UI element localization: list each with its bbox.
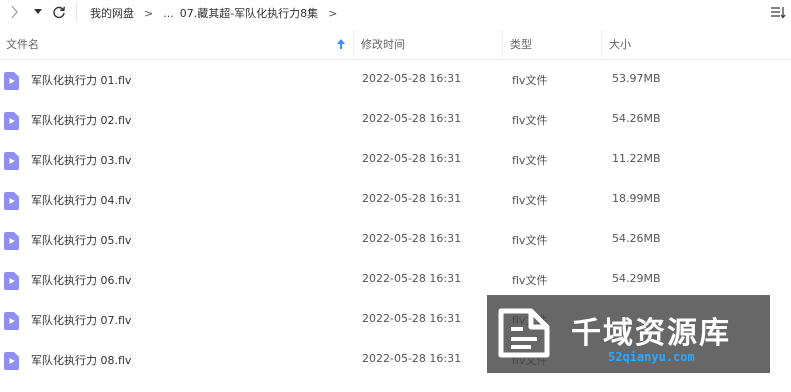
file-name: 军队化执行力 03.flv [31, 154, 132, 167]
file-name: 军队化执行力 08.flv [31, 354, 132, 367]
file-type: flv文件 [512, 154, 548, 167]
refresh-icon [53, 6, 65, 19]
file-modified: 2022-05-28 16:31 [362, 352, 462, 365]
file-name: 军队化执行力 04.flv [31, 194, 132, 207]
column-header-type-label: 类型 [510, 38, 532, 51]
column-header-type[interactable]: 类型 [504, 30, 602, 60]
file-size: 18.99MB [612, 192, 661, 205]
file-name: 军队化执行力 01.flv [31, 74, 132, 87]
column-header-modified[interactable]: 修改时间 [355, 30, 503, 60]
file-row[interactable]: 军队化执行力 06.flv 2022-05-28 16:31 flv文件 54.… [0, 260, 791, 300]
video-file-icon [4, 312, 19, 330]
back-button[interactable] [6, 4, 22, 20]
file-type: flv文件 [512, 274, 548, 287]
file-type: flv文件 [512, 234, 548, 247]
file-type: flv文件 [512, 194, 548, 207]
refresh-button[interactable] [50, 3, 68, 21]
toolbar: 我的网盘 > ... 07.藏其超-军队化执行力8集 > [0, 0, 791, 26]
file-type: flv文件 [512, 114, 548, 127]
video-file-icon [4, 112, 19, 130]
column-header-name-label: 文件名 [6, 38, 39, 51]
video-file-icon [4, 352, 19, 370]
breadcrumb-root[interactable]: 我的网盘 [90, 5, 134, 21]
file-size: 54.26MB [612, 232, 661, 245]
file-modified: 2022-05-28 16:31 [362, 72, 462, 85]
file-type: flv文件 [512, 74, 548, 87]
column-header-name[interactable]: 文件名 [0, 30, 354, 60]
breadcrumb-current[interactable]: 07.藏其超-军队化执行力8集 [180, 5, 318, 21]
file-row[interactable]: 军队化执行力 04.flv 2022-05-28 16:31 flv文件 18.… [0, 180, 791, 220]
file-name: 军队化执行力 05.flv [31, 234, 132, 247]
column-header-modified-label: 修改时间 [361, 38, 405, 51]
file-modified: 2022-05-28 16:31 [362, 192, 462, 205]
toolbar-divider [76, 3, 77, 21]
watermark: 千域资源库 52qianyu.com [487, 295, 770, 373]
video-file-icon [4, 192, 19, 210]
file-modified: 2022-05-28 16:31 [362, 312, 462, 325]
chevron-left-icon [11, 5, 18, 19]
file-row[interactable]: 军队化执行力 05.flv 2022-05-28 16:31 flv文件 54.… [0, 220, 791, 260]
breadcrumb-separator: > [328, 6, 338, 20]
file-size: 54.29MB [612, 272, 661, 285]
file-modified: 2022-05-28 16:31 [362, 112, 462, 125]
caret-down-icon [34, 9, 42, 14]
breadcrumb-separator: > [144, 6, 154, 20]
file-row[interactable]: 军队化执行力 02.flv 2022-05-28 16:31 flv文件 54.… [0, 100, 791, 140]
breadcrumb: 我的网盘 > ... 07.藏其超-军队化执行力8集 > [90, 4, 347, 22]
video-file-icon [4, 72, 19, 90]
watermark-logo-icon [498, 308, 550, 358]
sort-ascending-icon [337, 30, 345, 60]
file-size: 54.26MB [612, 112, 661, 125]
file-list-header: 文件名 修改时间 类型 大小 [0, 30, 791, 60]
file-name: 军队化执行力 06.flv [31, 274, 132, 287]
breadcrumb-ellipsis[interactable]: ... [163, 7, 174, 20]
file-modified: 2022-05-28 16:31 [362, 272, 462, 285]
watermark-url: 52qianyu.com [608, 350, 695, 364]
file-row[interactable]: 军队化执行力 03.flv 2022-05-28 16:31 flv文件 11.… [0, 140, 791, 180]
column-header-size[interactable]: 大小 [603, 30, 791, 60]
file-modified: 2022-05-28 16:31 [362, 232, 462, 245]
video-file-icon [4, 272, 19, 290]
sort-button[interactable] [769, 4, 787, 20]
history-dropdown-button[interactable] [32, 4, 44, 20]
file-name: 军队化执行力 07.flv [31, 314, 132, 327]
file-name: 军队化执行力 02.flv [31, 114, 132, 127]
file-modified: 2022-05-28 16:31 [362, 152, 462, 165]
file-size: 53.97MB [612, 72, 661, 85]
column-header-size-label: 大小 [609, 38, 631, 51]
file-size: 11.22MB [612, 152, 661, 165]
watermark-title: 千域资源库 [571, 316, 731, 351]
file-row[interactable]: 军队化执行力 01.flv 2022-05-28 16:31 flv文件 53.… [0, 60, 791, 100]
sort-list-icon [771, 7, 786, 19]
video-file-icon [4, 232, 19, 250]
video-file-icon [4, 152, 19, 170]
